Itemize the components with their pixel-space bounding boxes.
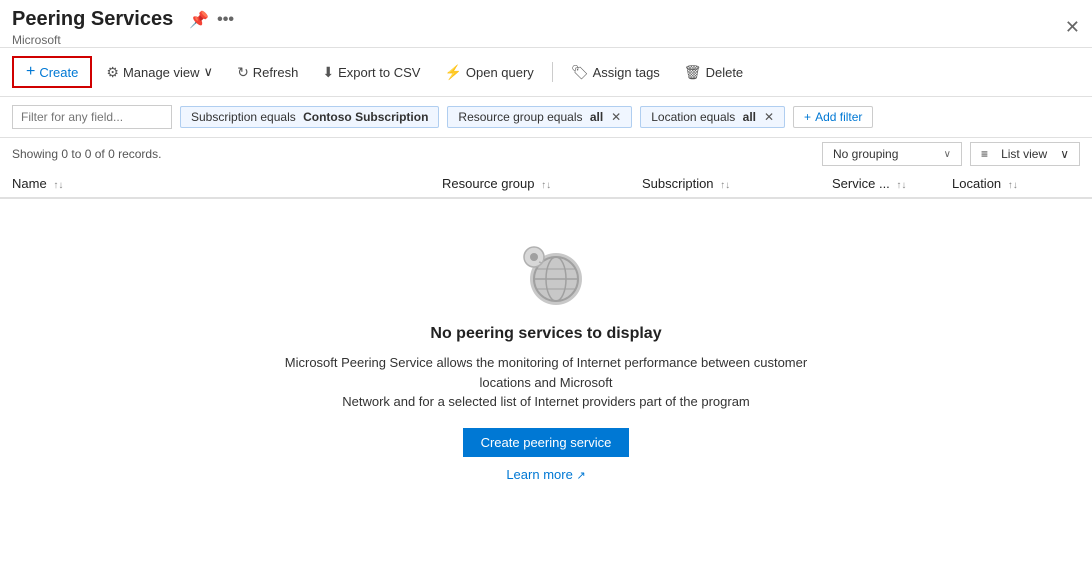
view-list-icon: ≡ <box>981 147 988 161</box>
filter-tag-resourcegroup-value: all <box>590 110 603 124</box>
empty-title: No peering services to display <box>430 325 661 343</box>
create-peering-service-button[interactable]: Create peering service <box>463 428 630 457</box>
tag-icon: 🏷 <box>571 64 589 81</box>
filter-input[interactable] <box>12 105 172 129</box>
filter-bar: Subscription equals Contoso Subscription… <box>0 97 1092 138</box>
gear-icon: ⚙ <box>106 64 119 81</box>
col-header-name[interactable]: Name ↑↓ <box>12 176 442 191</box>
export-button[interactable]: ⬇ Export to CSV <box>312 59 430 86</box>
view-chevron-icon: ∨ <box>1060 147 1069 161</box>
view-label: List view <box>1001 147 1047 161</box>
manage-view-button[interactable]: ⚙ Manage view ∨ <box>96 59 223 86</box>
download-icon: ⬇ <box>322 64 334 81</box>
add-filter-icon: + <box>804 110 811 124</box>
close-icon[interactable]: ✕ <box>1065 17 1080 38</box>
page-subtitle: Microsoft <box>12 33 234 47</box>
toolbar: + Create ⚙ Manage view ∨ ↻ Refresh ⬇ Exp… <box>0 48 1092 97</box>
title-bar-left: Peering Services 📌 ••• Microsoft <box>12 8 234 47</box>
col-header-location[interactable]: Location ↑↓ <box>952 176 1080 191</box>
filter-tag-location-dismiss[interactable]: ✕ <box>764 110 774 124</box>
grouping-label: No grouping <box>833 147 898 161</box>
col-header-service[interactable]: Service ... ↑↓ <box>832 176 952 191</box>
trash-icon: 🗑 <box>684 64 702 81</box>
col-header-subscription[interactable]: Subscription ↑↓ <box>642 176 832 191</box>
filter-tag-resourcegroup-dismiss[interactable]: ✕ <box>611 110 621 124</box>
status-controls: No grouping ∨ ≡ List view ∨ <box>822 142 1080 166</box>
records-count: Showing 0 to 0 of 0 records. <box>12 147 161 161</box>
open-query-button[interactable]: ⚡ Open query <box>434 59 543 86</box>
col-header-resourcegroup[interactable]: Resource group ↑↓ <box>442 176 642 191</box>
page-title-row: Peering Services 📌 ••• <box>12 8 234 31</box>
sort-icon-name: ↑↓ <box>53 180 63 191</box>
assign-tags-button[interactable]: 🏷 Assign tags <box>561 59 670 86</box>
status-bar: Showing 0 to 0 of 0 records. No grouping… <box>0 138 1092 170</box>
more-options-icon[interactable]: ••• <box>217 11 234 29</box>
empty-state: No peering services to display Microsoft… <box>0 199 1092 512</box>
add-filter-button[interactable]: + Add filter <box>793 106 873 128</box>
filter-tag-subscription-label: Subscription equals <box>191 110 299 124</box>
create-button[interactable]: + Create <box>12 56 92 88</box>
sort-icon-sub: ↑↓ <box>720 180 730 191</box>
empty-desc-blue: Microsoft Peering Service allows the mon… <box>285 355 807 390</box>
learn-more-link[interactable]: Learn more ↗ <box>506 467 585 482</box>
empty-description: Microsoft Peering Service allows the mon… <box>266 353 826 412</box>
filter-tag-resourcegroup-label: Resource group equals <box>458 110 585 124</box>
grouping-dropdown[interactable]: No grouping ∨ <box>822 142 962 166</box>
delete-button[interactable]: 🗑 Delete <box>674 59 753 86</box>
toolbar-divider <box>552 62 553 82</box>
pin-icon[interactable]: 📌 <box>189 10 209 30</box>
empty-desc-plain: Network and for a selected list of Inter… <box>342 394 750 409</box>
view-dropdown[interactable]: ≡ List view ∨ <box>970 142 1080 166</box>
filter-tag-subscription: Subscription equals Contoso Subscription <box>180 106 439 128</box>
title-bar: Peering Services 📌 ••• Microsoft ✕ <box>0 0 1092 48</box>
sort-icon-loc: ↑↓ <box>1008 180 1018 191</box>
filter-tag-resourcegroup: Resource group equals all ✕ <box>447 106 632 128</box>
filter-tag-location: Location equals all ✕ <box>640 106 785 128</box>
page-title: Peering Services <box>12 8 173 31</box>
chevron-down-icon: ∨ <box>204 64 214 80</box>
plus-icon: + <box>26 63 35 81</box>
filter-tag-subscription-value: Contoso Subscription <box>303 110 428 124</box>
refresh-button[interactable]: ↻ Refresh <box>227 59 308 86</box>
empty-globe-icon <box>506 229 586 309</box>
query-icon: ⚡ <box>444 64 461 81</box>
grouping-chevron-icon: ∨ <box>944 149 951 160</box>
sort-icon-rg: ↑↓ <box>541 180 551 191</box>
filter-tag-location-label: Location equals <box>651 110 738 124</box>
sort-icon-svc: ↑↓ <box>896 180 906 191</box>
external-link-icon: ↗ <box>576 470 585 482</box>
title-bar-icons: 📌 ••• <box>189 10 234 30</box>
filter-tag-location-value: all <box>743 110 756 124</box>
table-header: Name ↑↓ Resource group ↑↓ Subscription ↑… <box>0 170 1092 199</box>
refresh-icon: ↻ <box>237 64 249 81</box>
